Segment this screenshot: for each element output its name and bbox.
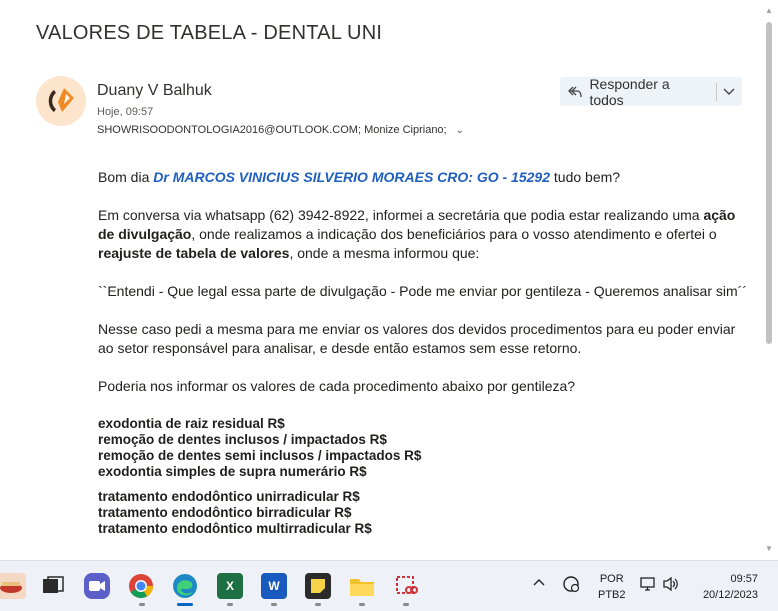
procedure-item: tratamento endodôntico multirradicular R…	[98, 521, 372, 536]
word-running-indicator	[271, 603, 277, 606]
procedure-group-2: tratamento endodôntico unirradicular R$ …	[98, 489, 748, 537]
sticky-app-icon[interactable]	[305, 573, 331, 599]
recipients-list: SHOWRISOODONTOLOGIA2016@OUTLOOK.COM; Mon…	[97, 124, 447, 136]
email-body: Bom dia Dr MARCOS VINICIUS SILVERIO MORA…	[98, 168, 748, 537]
excel-running-indicator	[227, 603, 233, 606]
system-clock[interactable]: 09:57 20/12/2023	[703, 571, 758, 603]
procedure-item: exodontia simples de supra numerário R$	[98, 464, 367, 479]
display-monitor-icon[interactable]	[640, 576, 656, 595]
word-icon[interactable]: W	[261, 573, 287, 599]
context-text-1: Em conversa via whatsapp (62) 3942-8922,…	[98, 207, 704, 223]
chrome-icon[interactable]	[128, 573, 154, 599]
email-reading-pane: VALORES DE TABELA - DENTAL UNI Duany V B…	[0, 0, 760, 560]
procedure-item: exodontia de raiz residual R$	[98, 416, 285, 431]
file-explorer-icon[interactable]	[349, 573, 375, 599]
email-time: Hoje, 09:57	[97, 106, 154, 118]
edge-active-indicator	[177, 603, 193, 606]
teams-chat-icon[interactable]	[84, 573, 110, 599]
show-hidden-icons-chevron-up-icon[interactable]	[533, 577, 545, 589]
language-code: POR	[599, 573, 624, 585]
procedure-item: remoção de dentes inclusos / impactados …	[98, 432, 387, 447]
procedure-item: tratamento endodôntico unirradicular R$	[98, 489, 360, 504]
chrome-running-indicator	[139, 603, 145, 606]
app-running-indicator	[315, 603, 321, 606]
language-indicator[interactable]: POR PTB2	[598, 571, 626, 603]
recipients-line[interactable]: SHOWRISOODONTOLOGIA2016@OUTLOOK.COM; Mon…	[97, 124, 464, 136]
clock-date: 20/12/2023	[702, 589, 758, 601]
context-text-3: , onde a mesma informou que:	[289, 245, 480, 261]
followup-paragraph: Nesse caso pedi a mesma para me enviar o…	[98, 321, 736, 356]
snipping-tool-icon[interactable]	[393, 573, 419, 599]
network-icon[interactable]	[562, 575, 580, 596]
context-bold-2: reajuste de tabela de valores	[98, 245, 290, 261]
volume-icon[interactable]	[662, 576, 680, 595]
procedure-item: tratamento endodôntico birradicular R$	[98, 505, 352, 520]
reply-all-label: Responder a todos	[589, 75, 670, 108]
vertical-scrollbar[interactable]: ▲ ▼	[760, 0, 778, 560]
keyboard-layout: PTB2	[598, 589, 626, 601]
greeting-paragraph: Bom dia Dr MARCOS VINICIUS SILVERIO MORA…	[98, 168, 748, 187]
request-paragraph: Poderia nos informar os valores de cada …	[98, 378, 576, 394]
reply-all-icon	[560, 85, 589, 99]
procedure-item: remoção de dentes semi inclusos / impact…	[98, 448, 422, 463]
edge-icon[interactable]	[172, 573, 198, 599]
task-view-icon[interactable]	[40, 573, 66, 599]
explorer-running-indicator	[359, 603, 365, 606]
email-subject: VALORES DE TABELA - DENTAL UNI	[36, 22, 383, 44]
recipient-name: Dr MARCOS VINICIUS SILVERIO MORAES CRO: …	[153, 169, 550, 185]
greeting-text: Bom dia	[98, 169, 154, 185]
taskbar: X W POR PTB2 09:57 20/12/2023	[0, 560, 778, 611]
snip-running-indicator	[403, 603, 409, 606]
scroll-up-arrow-icon[interactable]: ▲	[765, 6, 773, 15]
greeting-end: tudo bem?	[550, 169, 621, 185]
sender-name[interactable]: Duany V Balhuk	[97, 82, 212, 100]
scroll-down-arrow-icon[interactable]: ▼	[765, 544, 773, 553]
excel-icon[interactable]: X	[217, 573, 243, 599]
context-text-2: , onde realizamos a indicação dos benefi…	[191, 226, 717, 242]
quote-paragraph: ``Entendi - Que legal essa parte de divu…	[98, 283, 747, 299]
chevron-down-icon[interactable]	[717, 88, 743, 96]
expand-recipients-icon[interactable]: ⌄	[456, 125, 464, 136]
context-paragraph: Em conversa via whatsapp (62) 3942-8922,…	[98, 206, 748, 263]
sender-logo-icon	[48, 88, 74, 112]
procedure-group-1: exodontia de raiz residual R$ remoção de…	[98, 416, 748, 480]
sender-avatar[interactable]	[36, 76, 86, 126]
scroll-thumb[interactable]	[766, 22, 772, 344]
pinned-app-icon[interactable]	[0, 573, 26, 599]
clock-time: 09:57	[730, 573, 758, 585]
reply-all-button[interactable]: Responder a todos	[560, 75, 743, 108]
